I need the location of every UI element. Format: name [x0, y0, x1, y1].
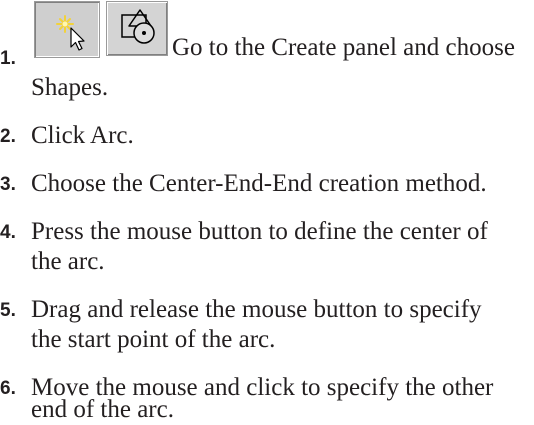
- step-number: 1.: [0, 48, 16, 69]
- step-number: 2.: [0, 126, 16, 147]
- step-text-line: the start point of the arc.: [31, 326, 276, 353]
- step-text-line: Drag and release the mouse button to spe…: [31, 296, 482, 323]
- step-text-line: Shapes.: [31, 74, 109, 101]
- create-panel-icon: [56, 15, 85, 51]
- shapes-button[interactable]: [106, 1, 168, 56]
- step-number: 5.: [0, 300, 16, 321]
- step-number: 4.: [0, 222, 16, 243]
- step-text-line: Go to the Create panel and choose: [172, 34, 515, 61]
- create-panel-button[interactable]: [34, 1, 100, 58]
- instruction-page: 1. Go to the Create panel and choose Sha…: [0, 0, 534, 423]
- step-text-line: Choose the Center-End-End creation metho…: [31, 170, 487, 197]
- step-number: 3.: [0, 174, 16, 195]
- step-number: 6.: [0, 378, 16, 399]
- step-text-line: Click Arc.: [31, 122, 134, 149]
- step-text-line: Press the mouse button to define the cen…: [31, 218, 488, 245]
- step-text-line: the arc.: [31, 248, 105, 275]
- shapes-icon: [121, 9, 155, 44]
